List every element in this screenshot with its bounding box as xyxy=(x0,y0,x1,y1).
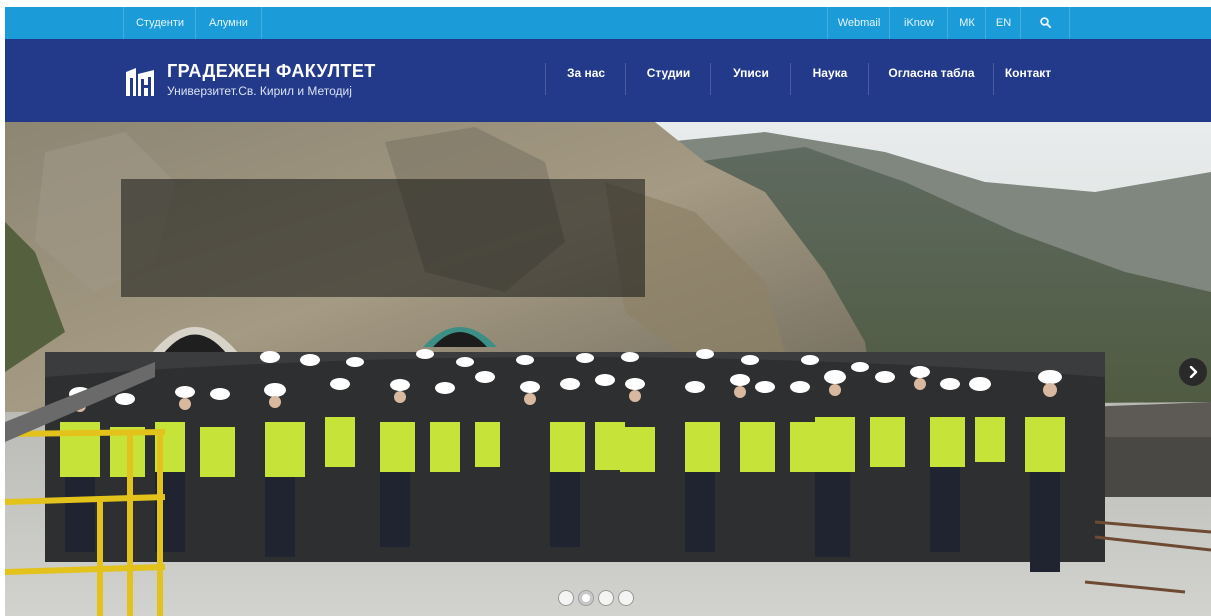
nav-item-notice-board[interactable]: Огласна табла xyxy=(868,63,994,95)
slide-caption-box xyxy=(121,179,645,297)
lang-mk-link[interactable]: МК xyxy=(947,7,986,39)
logo-title[interactable]: ГРАДЕЖЕН ФАКУЛТЕТ xyxy=(167,61,376,82)
topbar-link-iknow[interactable]: iKnow xyxy=(889,7,948,39)
lang-en-link[interactable]: EN xyxy=(985,7,1021,39)
chevron-right-icon xyxy=(1189,366,1198,378)
slider-dot-1[interactable] xyxy=(558,590,574,606)
page: Студенти Алумни Webmail iKnow МК EN ГРАД… xyxy=(5,7,1211,616)
slider-dot-2[interactable] xyxy=(578,590,594,606)
slider-dot-4[interactable] xyxy=(618,590,634,606)
hero-slider xyxy=(5,122,1211,616)
slider-dot-3[interactable] xyxy=(598,590,614,606)
logo-subtitle: Универзитет.Св. Кирил и Методиј xyxy=(167,84,352,98)
nav-item-research[interactable]: Наука xyxy=(790,63,869,95)
slider-next-button[interactable] xyxy=(1179,358,1207,386)
nav-item-contact[interactable]: Контакт xyxy=(993,63,1062,95)
topbar-link-webmail[interactable]: Webmail xyxy=(827,7,890,39)
topbar-link-alumni[interactable]: Алумни xyxy=(195,7,262,39)
search-button[interactable] xyxy=(1020,7,1070,39)
main-header: ГРАДЕЖЕН ФАКУЛТЕТ Универзитет.Св. Кирил … xyxy=(5,39,1211,122)
faculty-logo-icon[interactable] xyxy=(122,64,158,100)
top-bar: Студенти Алумни Webmail iKnow МК EN xyxy=(5,7,1211,39)
nav-item-about[interactable]: За нас xyxy=(545,63,626,95)
nav-item-studies[interactable]: Студии xyxy=(625,63,711,95)
nav-item-enrollment[interactable]: Уписи xyxy=(710,63,791,95)
search-icon xyxy=(1039,17,1051,28)
topbar-link-students[interactable]: Студенти xyxy=(123,7,196,39)
